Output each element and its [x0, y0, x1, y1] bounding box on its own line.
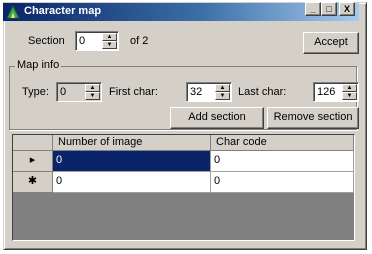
spin-up-icon[interactable]: ▲ [102, 33, 117, 41]
first-char-value: 32 [190, 86, 203, 98]
last-char-label: Last char: [238, 86, 287, 98]
grid-cell-number-of-image[interactable]: 0 [53, 172, 211, 193]
row-marker-current-icon[interactable]: ▸ [13, 151, 53, 172]
column-header-char-code[interactable]: Char code [211, 135, 354, 151]
add-section-button[interactable]: Add section [170, 107, 264, 129]
first-char-label: First char: [109, 86, 158, 98]
spin-down-icon[interactable]: ▼ [102, 41, 117, 49]
column-header-number-of-image[interactable]: Number of image [53, 135, 211, 151]
grid-cell-char-code[interactable]: 0 [211, 172, 354, 193]
section-value: 0 [79, 35, 86, 47]
section-count-label: of 2 [130, 35, 149, 47]
type-value: 0 [60, 86, 67, 98]
app-icon [6, 4, 20, 19]
window-title: Character map [24, 5, 102, 17]
section-spinner[interactable]: 0 ▲ ▼ [75, 31, 119, 51]
map-info-legend: Map info [15, 59, 62, 71]
last-char-value: 126 [317, 86, 336, 98]
spin-down-icon[interactable]: ▼ [342, 92, 357, 100]
type-spinner[interactable]: 0 ▲ ▼ [56, 82, 102, 102]
accept-button[interactable]: Accept [303, 32, 359, 54]
maximize-button[interactable]: □ [321, 2, 337, 16]
spin-up-icon[interactable]: ▲ [342, 84, 357, 92]
spin-up-icon[interactable]: ▲ [215, 84, 230, 92]
section-label: Section [28, 35, 65, 47]
spin-down-icon[interactable]: ▼ [215, 92, 230, 100]
row-marker-new-icon[interactable]: ✱ [13, 172, 53, 193]
close-button[interactable]: X [339, 2, 355, 16]
type-label: Type: [22, 86, 49, 98]
grid-cell-number-of-image[interactable]: 0 [53, 151, 211, 172]
minimize-button[interactable]: _ [305, 2, 321, 16]
spin-up-icon[interactable]: ▲ [85, 84, 100, 92]
last-char-spinner[interactable]: 126 ▲ ▼ [313, 82, 359, 102]
spin-down-icon[interactable]: ▼ [85, 92, 100, 100]
grid-corner-header [13, 135, 53, 151]
remove-section-button[interactable]: Remove section [267, 107, 359, 129]
first-char-spinner[interactable]: 32 ▲ ▼ [186, 82, 232, 102]
grid-cell-char-code[interactable]: 0 [211, 151, 354, 172]
char-map-grid[interactable]: Number of image Char code ▸ 0 0 ✱ 0 0 [12, 134, 355, 241]
